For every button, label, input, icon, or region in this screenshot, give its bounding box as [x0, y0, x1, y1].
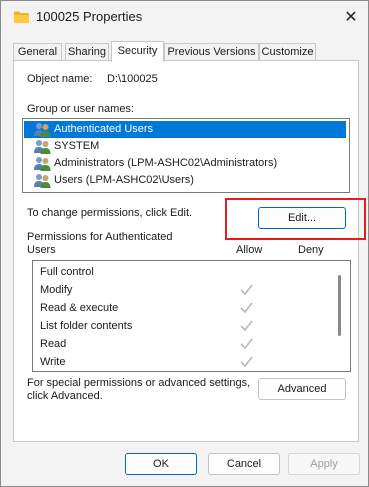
object-name-value: D:\100025: [107, 73, 158, 85]
tab-security[interactable]: Security: [111, 41, 164, 62]
permission-name: Full control: [40, 266, 94, 278]
allow-column-header: Allow: [236, 244, 263, 256]
list-item-authenticated-users[interactable]: Authenticated Users: [24, 121, 346, 138]
window-title: 100025 Properties: [36, 9, 143, 24]
users-icon: [34, 123, 51, 137]
allow-check-icon: [240, 302, 253, 314]
dialog-footer: OK Cancel Apply: [1, 446, 368, 486]
list-item-label: Administrators (LPM-ASHC02\Administrator…: [54, 157, 278, 169]
permissions-scrollbar[interactable]: [338, 275, 341, 336]
users-icon: [34, 157, 51, 171]
close-icon: ✕: [344, 9, 358, 26]
list-item-label: Users (LPM-ASHC02\Users): [54, 174, 194, 186]
permission-name: Write: [40, 356, 66, 368]
permission-name: Read: [40, 338, 67, 350]
users-icon: [34, 174, 51, 188]
users-icon: [34, 140, 51, 154]
close-button[interactable]: ✕: [337, 5, 365, 29]
advanced-button[interactable]: Advanced: [258, 378, 346, 400]
list-item-administrators[interactable]: Administrators (LPM-ASHC02\Administrator…: [24, 155, 346, 172]
allow-check-icon: [240, 356, 253, 368]
permission-row-write: Write: [40, 353, 340, 371]
list-item-system[interactable]: SYSTEM: [24, 138, 346, 155]
list-item-label: Authenticated Users: [54, 123, 154, 135]
object-name-label: Object name:: [27, 73, 93, 85]
permissions-for-label-line2: Users: [27, 244, 56, 256]
group-user-list[interactable]: Authenticated Users SYSTEM Administrator…: [22, 118, 350, 193]
apply-button[interactable]: Apply: [288, 453, 360, 475]
title-bar: 100025 Properties ✕: [1, 1, 368, 35]
permission-row-read: Read: [40, 335, 340, 353]
permission-name: Read & execute: [40, 302, 119, 314]
cancel-button[interactable]: Cancel: [208, 453, 280, 475]
change-permissions-hint: To change permissions, click Edit.: [27, 207, 193, 219]
permission-row-full-control: Full control: [40, 263, 340, 281]
ok-button[interactable]: OK: [125, 453, 197, 475]
highlight-annotation: [225, 198, 366, 240]
folder-icon: [14, 11, 29, 23]
permission-row-modify: Modify: [40, 281, 340, 299]
permission-name: List folder contents: [40, 320, 133, 332]
permission-name: Modify: [40, 284, 73, 296]
group-names-label: Group or user names:: [27, 103, 134, 115]
permissions-list[interactable]: Full control Modify Read & execute List …: [32, 260, 351, 372]
tab-general[interactable]: General: [13, 43, 62, 61]
permissions-for-label: Permissions for Authenticated: [27, 231, 173, 243]
properties-window: 100025 Properties ✕ General Sharing Secu…: [0, 0, 369, 487]
permission-row-read-execute: Read & execute: [40, 299, 340, 317]
list-item-label: SYSTEM: [54, 140, 100, 152]
tab-customize[interactable]: Customize: [259, 43, 316, 61]
advanced-hint: For special permissions or advanced sett…: [27, 377, 251, 389]
permission-row-list-folder-contents: List folder contents: [40, 317, 340, 335]
allow-check-icon: [240, 338, 253, 350]
tab-previous-versions[interactable]: Previous Versions: [164, 43, 259, 61]
advanced-hint-line2: click Advanced.: [27, 390, 103, 402]
allow-check-icon: [240, 284, 253, 296]
allow-check-icon: [240, 320, 253, 332]
tab-sharing[interactable]: Sharing: [65, 43, 109, 61]
list-item-users[interactable]: Users (LPM-ASHC02\Users): [24, 172, 346, 189]
deny-column-header: Deny: [298, 244, 324, 256]
